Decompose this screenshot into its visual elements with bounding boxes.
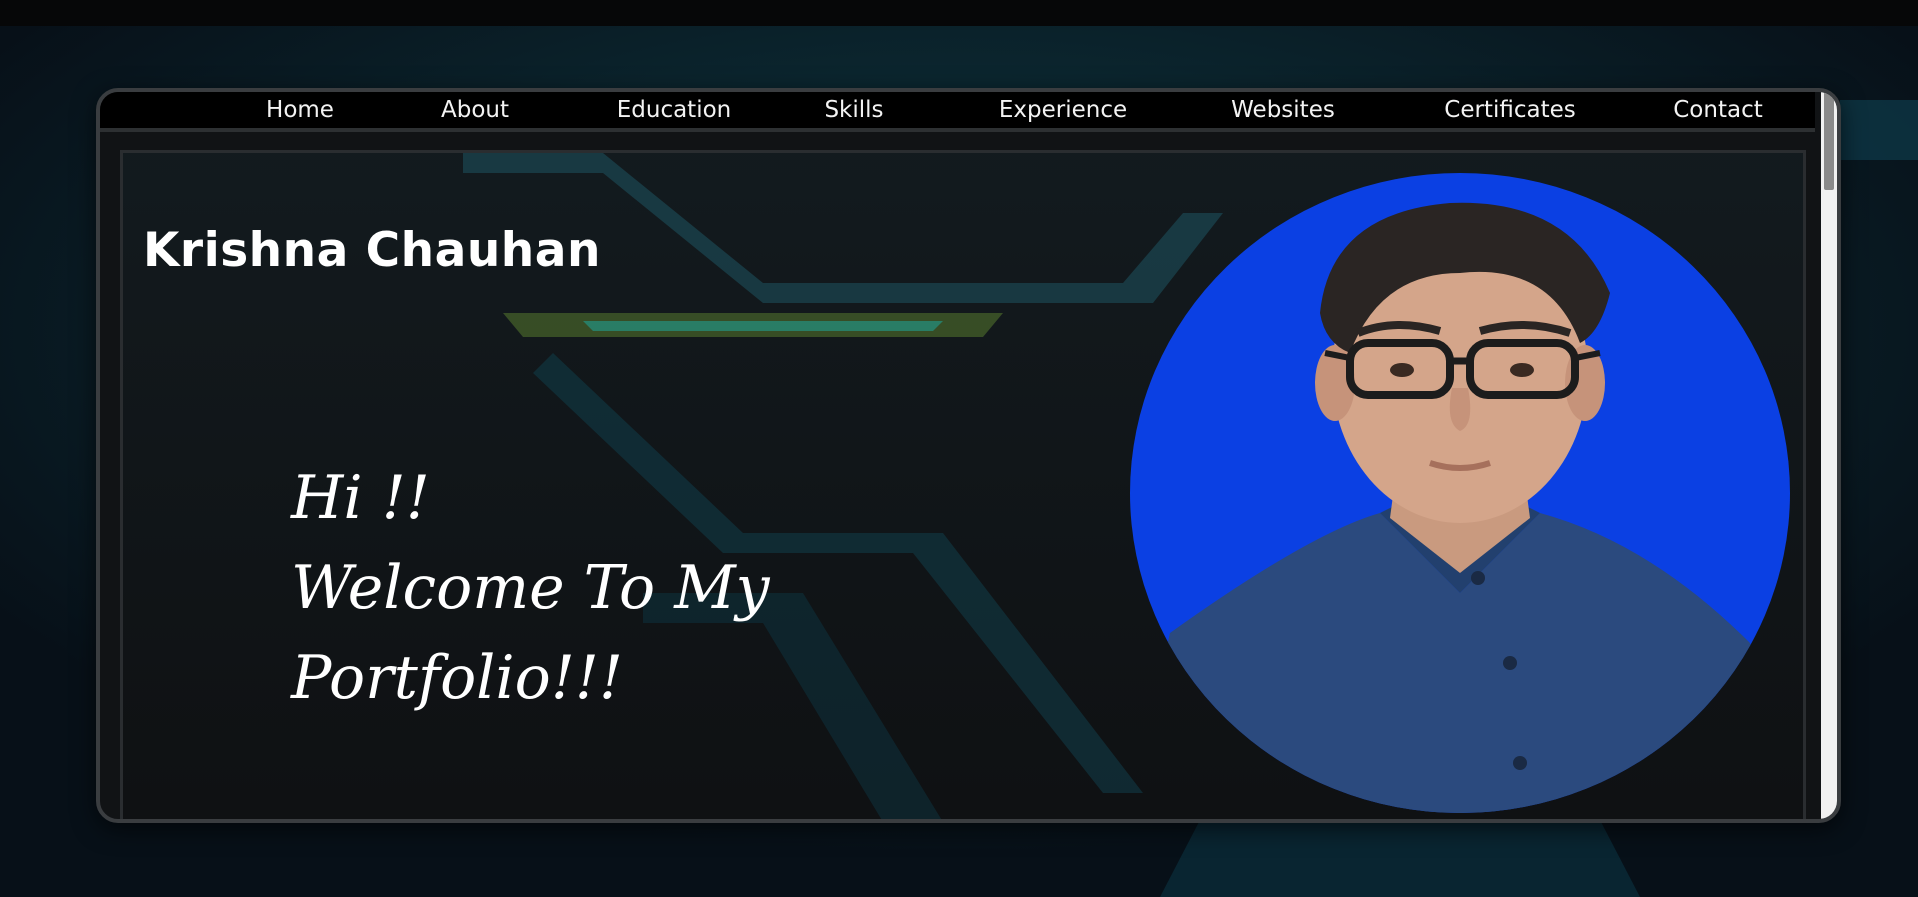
page-scrollbar[interactable] [1821,92,1837,819]
profile-photo [1130,173,1790,813]
hero-section: Krishna Chauhan Hi !! Welcome To My Port… [120,150,1806,819]
person-portrait-icon [1130,202,1790,813]
greeting-line: Portfolio!!! [291,643,624,713]
top-nav: Home About Education Skills Experience W… [100,92,1815,132]
greeting-text: Hi !! Welcome To My Portfolio!!! [291,453,851,723]
site-owner-name: Krishna Chauhan [143,223,601,278]
nav-certificates[interactable]: Certificates [1430,96,1590,124]
greeting-line: Hi !! [291,463,430,533]
nav-skills[interactable]: Skills [814,96,894,124]
nav-home[interactable]: Home [255,96,345,124]
nav-websites[interactable]: Websites [1218,96,1348,124]
nav-education[interactable]: Education [604,96,744,124]
scrollbar-thumb[interactable] [1824,92,1834,190]
nav-experience[interactable]: Experience [988,96,1138,124]
greeting-line: Welcome To My [291,553,770,623]
nav-about[interactable]: About [430,96,520,124]
portfolio-window: Home About Education Skills Experience W… [96,88,1841,823]
nav-contact[interactable]: Contact [1663,96,1773,124]
